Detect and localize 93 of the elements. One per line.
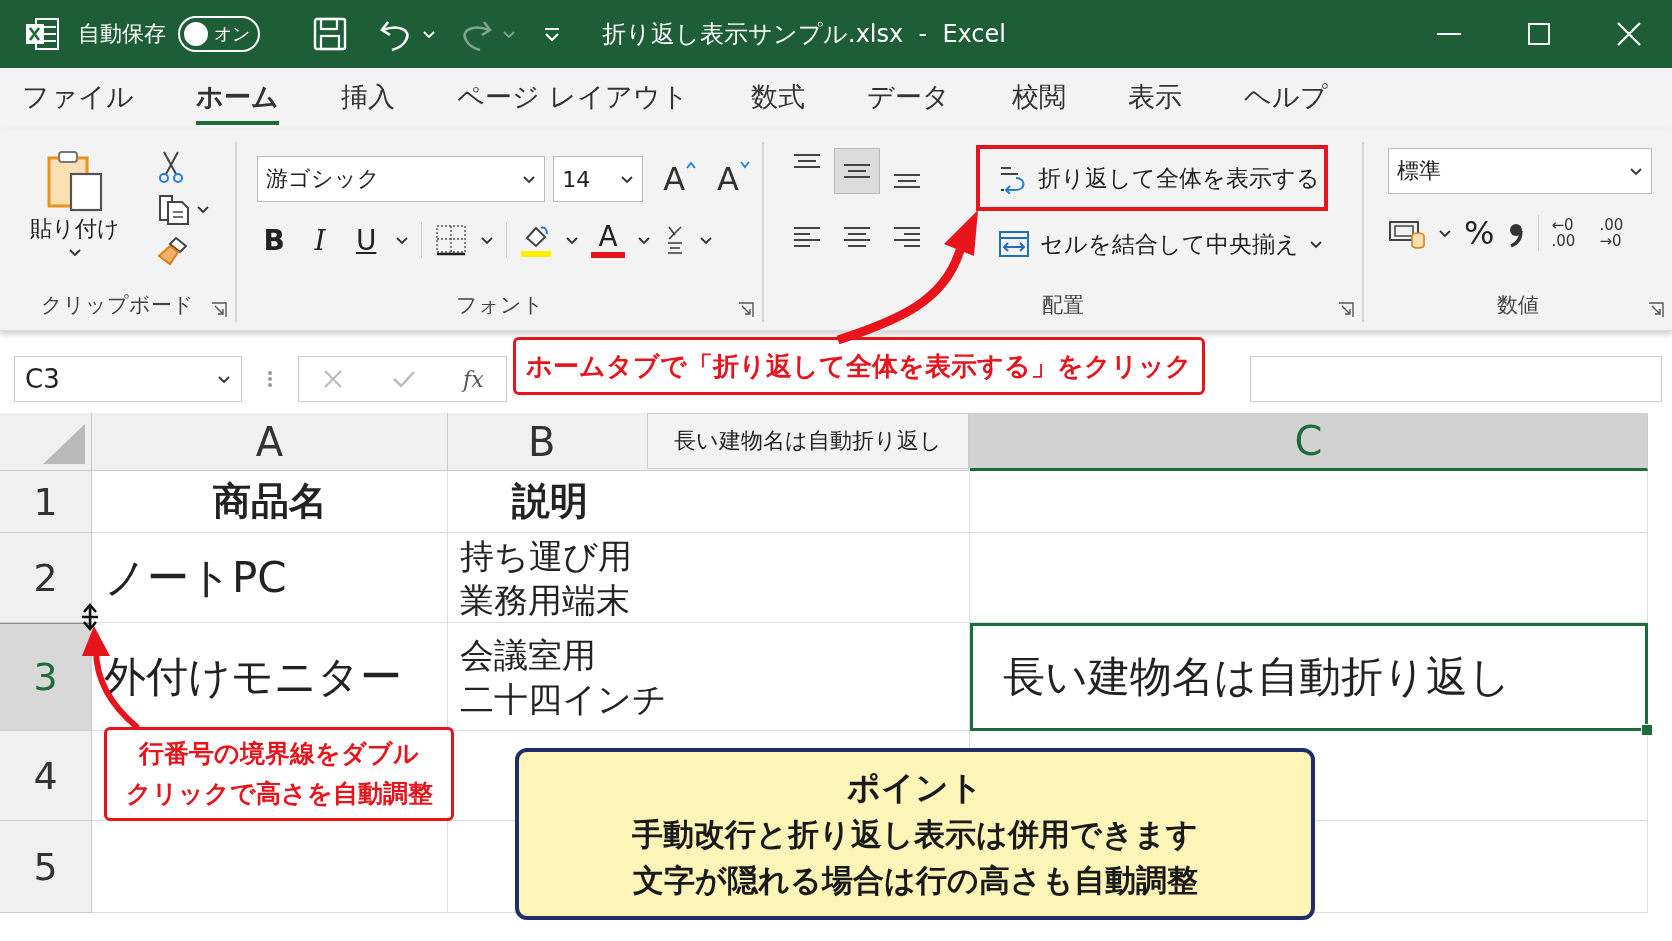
- ribbon-tab[interactable]: ホーム: [196, 73, 279, 125]
- italic-button[interactable]: I: [303, 223, 338, 257]
- row-header[interactable]: 4: [0, 731, 92, 821]
- name-box[interactable]: C3: [14, 356, 242, 402]
- borders-icon[interactable]: [434, 223, 469, 257]
- ribbon-tab[interactable]: ヘルプ: [1243, 73, 1328, 125]
- shrink-font-button[interactable]: A: [717, 160, 751, 198]
- caret-icon[interactable]: [395, 234, 410, 246]
- group-label: 数値: [1497, 292, 1539, 319]
- clipboard-icon: [45, 148, 105, 212]
- ribbon-tab[interactable]: ファイル: [22, 73, 134, 125]
- active-cell[interactable]: 長い建物名は自動折り返し: [970, 623, 1648, 731]
- customize-toolbar-icon[interactable]: [542, 25, 562, 43]
- ribbon-tab[interactable]: 表示: [1127, 73, 1182, 125]
- align-left-icon: [794, 227, 821, 247]
- decrease-decimal-button[interactable]: .00 →0: [1599, 217, 1636, 249]
- table-cell[interactable]: ノートPC: [92, 533, 448, 623]
- caret-icon[interactable]: [1438, 227, 1452, 239]
- ribbon-tab[interactable]: データ: [866, 73, 950, 125]
- caret-icon[interactable]: [637, 234, 652, 246]
- group-label: フォント: [455, 292, 544, 319]
- number-format-dropdown[interactable]: 標準: [1388, 148, 1652, 194]
- note-text: 手動改行と折り返し表示は併用できます 文字が隠れる場合は行の高さも自動調整: [632, 815, 1198, 900]
- dialog-launcher-icon[interactable]: [1648, 302, 1664, 318]
- table-cell[interactable]: 説明: [448, 471, 970, 533]
- caret-icon[interactable]: [68, 246, 82, 258]
- dialog-launcher-icon[interactable]: [1338, 302, 1354, 318]
- group-label: 配置: [1042, 292, 1085, 319]
- merge-center-button[interactable]: セルを結合して中央揃え: [988, 220, 1334, 268]
- align-bottom-icon: [894, 174, 921, 188]
- ribbon-tab[interactable]: 数式: [750, 73, 805, 125]
- font-color-button[interactable]: A: [591, 222, 626, 258]
- caret-icon[interactable]: [1629, 165, 1643, 177]
- font-size-dropdown[interactable]: 14: [553, 156, 644, 202]
- dialog-launcher-icon[interactable]: [738, 302, 755, 318]
- merge-cells-icon: [998, 229, 1031, 259]
- column-header[interactable]: A: [92, 413, 448, 471]
- table-cell[interactable]: 商品名: [92, 471, 448, 533]
- table-cell[interactable]: [970, 533, 1648, 623]
- caret-icon[interactable]: [217, 373, 231, 385]
- row-header[interactable]: 1: [0, 471, 92, 533]
- scissors-icon[interactable]: [156, 150, 186, 184]
- table-cell[interactable]: 持ち運び用 業務用端末: [448, 533, 970, 623]
- note-title: ポイント: [847, 767, 983, 809]
- ribbon-tab[interactable]: 挿入: [341, 73, 395, 125]
- grow-font-button[interactable]: A: [663, 160, 698, 198]
- align-top-icon: [794, 154, 821, 168]
- align-middle-button[interactable]: [834, 148, 881, 194]
- wrap-text-button[interactable]: 折り返して全体を表示する: [988, 154, 1334, 202]
- row-header[interactable]: 3: [0, 623, 92, 731]
- ribbon-tab[interactable]: 校閲: [1011, 73, 1066, 125]
- paintbrush-icon[interactable]: [156, 234, 190, 268]
- caret-icon[interactable]: [522, 173, 537, 185]
- caret-up-icon: [685, 160, 698, 170]
- percent-style-button[interactable]: %: [1464, 214, 1495, 252]
- copy-icon[interactable]: [156, 192, 190, 226]
- ribbon-tab[interactable]: ページ レイアウト: [457, 73, 689, 125]
- caret-icon[interactable]: [620, 173, 635, 185]
- align-center-icon: [844, 227, 871, 247]
- group-label: クリップボード: [41, 292, 195, 319]
- row-header[interactable]: 2: [0, 533, 92, 623]
- insert-function-button[interactable]: fx: [463, 366, 484, 392]
- instruction-callout: ホームタブで「折り返して全体を表示する」をクリック: [513, 337, 1205, 395]
- increase-decimal-button[interactable]: ←0 .00: [1551, 217, 1588, 249]
- column-header[interactable]: B 長い建物名は自動折り返し: [448, 413, 970, 471]
- column-header[interactable]: C: [970, 413, 1648, 471]
- align-middle-icon: [844, 164, 871, 178]
- window-title: 折り返し表示サンプル.xlsx - Excel: [602, 19, 1006, 50]
- formula-input[interactable]: [1249, 356, 1662, 402]
- caret-icon[interactable]: [480, 234, 495, 246]
- caret-icon[interactable]: [422, 28, 436, 40]
- caret-icon[interactable]: [699, 234, 714, 246]
- save-icon[interactable]: [312, 16, 348, 52]
- font-name-dropdown[interactable]: 游ゴシック: [257, 156, 546, 202]
- row-header[interactable]: 5: [0, 821, 92, 913]
- caret-icon[interactable]: [196, 203, 210, 215]
- cell-tooltip: 長い建物名は自動折り返し: [647, 413, 969, 469]
- bold-button[interactable]: B: [257, 223, 292, 257]
- caret-icon[interactable]: [565, 234, 580, 246]
- resize-cursor-icon: [80, 603, 100, 631]
- caret-icon[interactable]: [1309, 238, 1324, 250]
- paste-button[interactable]: 貼り付け: [30, 148, 120, 288]
- align-right-icon: [894, 227, 921, 247]
- table-cell[interactable]: [970, 471, 1648, 533]
- instruction-callout: 行番号の境界線をダブル クリックで高さを自動調整: [104, 727, 454, 821]
- spreadsheet-app-icon: [24, 17, 60, 51]
- caret-down-icon: [738, 160, 751, 170]
- dialog-launcher-icon[interactable]: [211, 302, 228, 318]
- toggle-knob[interactable]: [184, 22, 208, 46]
- autosave-toggle[interactable]: オン: [178, 16, 260, 52]
- fill-handle[interactable]: [1641, 724, 1653, 736]
- autosave-label: 自動保存: [78, 20, 166, 48]
- underline-button[interactable]: U: [349, 223, 384, 257]
